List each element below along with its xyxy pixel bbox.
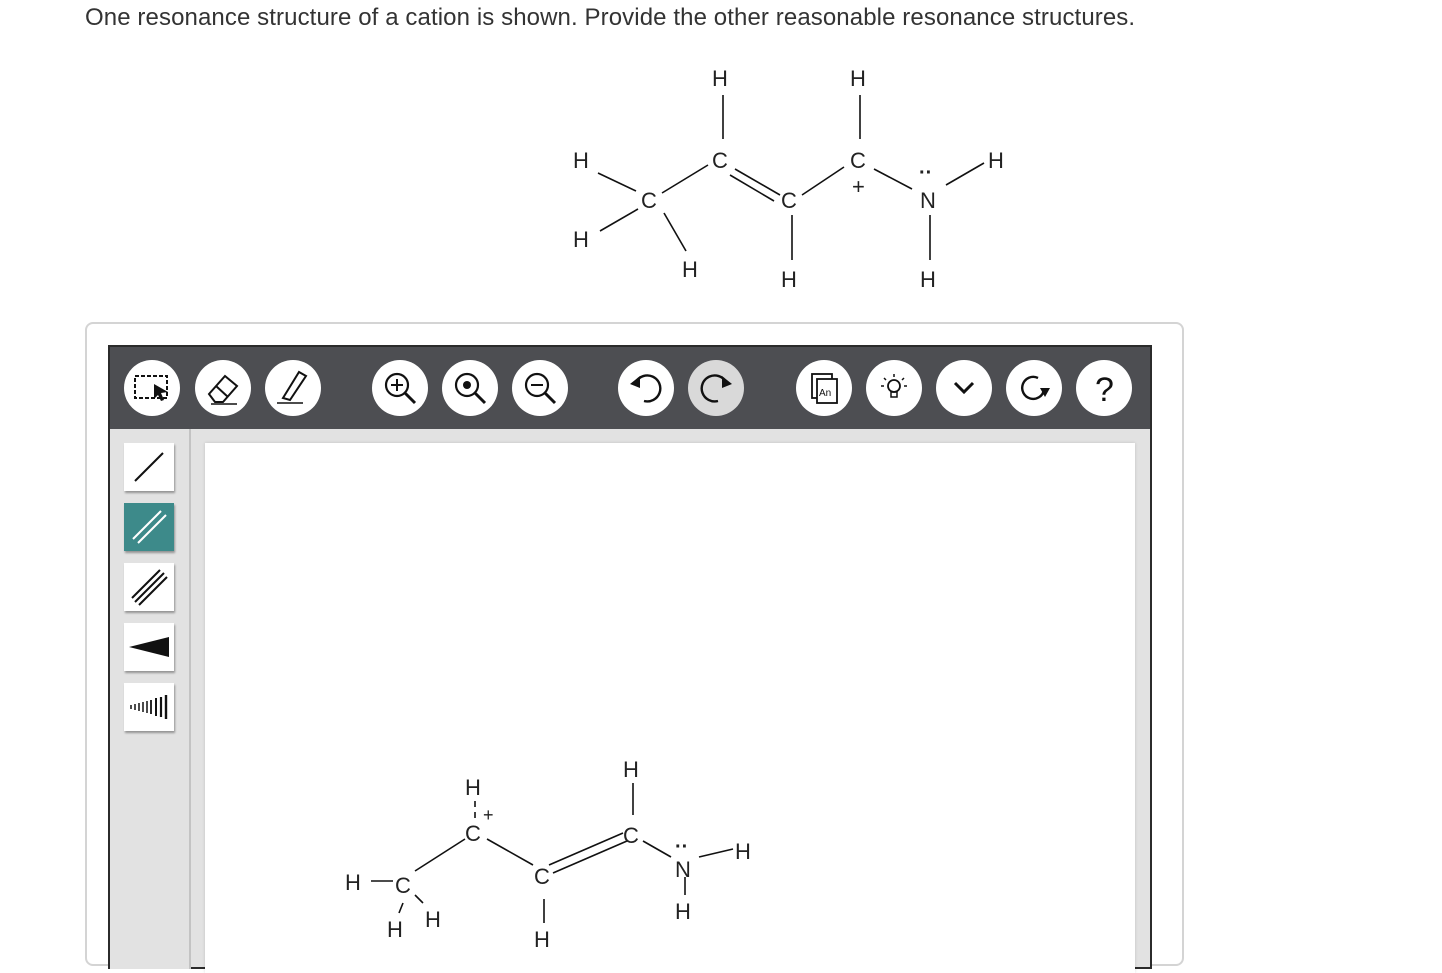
atom-label: H xyxy=(682,257,698,282)
svg-text:An: An xyxy=(819,388,831,399)
zoom-out-button[interactable] xyxy=(512,360,568,416)
help-icon: ? xyxy=(1095,371,1114,408)
document-icon: An xyxy=(811,373,838,404)
atom-label: H xyxy=(712,66,728,91)
double-bond-icon xyxy=(132,510,167,544)
atom-label: H xyxy=(387,917,403,942)
eraser-icon xyxy=(207,374,239,405)
select-icon xyxy=(134,375,168,401)
atom-label: N xyxy=(675,857,691,882)
lone-pair-dots: ·· xyxy=(675,836,688,858)
wedge-bond-icon xyxy=(129,637,169,657)
given-structure: H H H H C C C C + ·· N H H H H xyxy=(573,66,1004,292)
structure-editor: An ? H C H H H C + C H H C ·· N H H xyxy=(108,345,1152,973)
zoom-out-icon xyxy=(524,372,557,405)
bond xyxy=(597,172,637,192)
bond xyxy=(698,848,734,858)
atom-label: C xyxy=(712,148,728,173)
atom-label: H xyxy=(850,66,866,91)
triple-bond-button[interactable] xyxy=(124,563,174,611)
bond-palette xyxy=(110,429,191,969)
hint-button[interactable] xyxy=(866,360,922,416)
bond xyxy=(486,838,534,866)
atom-label: C xyxy=(534,864,550,889)
bond xyxy=(414,838,466,872)
bond xyxy=(801,166,845,196)
bond xyxy=(552,840,628,874)
select-tool-button[interactable] xyxy=(124,360,180,416)
redo-icon xyxy=(700,374,732,403)
wedge-bond-button[interactable] xyxy=(124,623,174,671)
atom-label: C xyxy=(850,148,866,173)
double-bond-button[interactable] xyxy=(124,503,174,551)
undo-button[interactable] xyxy=(618,360,674,416)
help-button[interactable]: ? xyxy=(1076,360,1132,416)
atom-label: C xyxy=(781,188,797,213)
atom-label: H xyxy=(465,775,481,800)
atom-label: C xyxy=(623,823,639,848)
drawn-structure[interactable]: H C H H H C + C H H C ·· N H H xyxy=(335,753,775,953)
atom-label: H xyxy=(920,267,936,292)
atom-label: C xyxy=(465,821,481,846)
charge-label: + xyxy=(483,805,494,825)
refresh-icon xyxy=(1021,375,1050,401)
zoom-in-icon xyxy=(384,372,417,405)
bond xyxy=(548,832,624,866)
templates-button[interactable]: An xyxy=(796,360,852,416)
svg-text:?: ? xyxy=(1095,371,1114,408)
drawing-canvas[interactable]: H C H H H C + C H H C ·· N H H xyxy=(205,443,1135,973)
atom-label: H xyxy=(425,907,441,932)
single-bond-button[interactable] xyxy=(124,443,174,491)
atom-label: H xyxy=(781,267,797,292)
chevron-down-icon xyxy=(953,381,975,395)
atom-label: H xyxy=(988,148,1004,173)
zoom-reset-icon xyxy=(454,372,487,405)
more-button[interactable] xyxy=(936,360,992,416)
eraser-tool-button[interactable] xyxy=(195,360,251,416)
draw-tool-button[interactable] xyxy=(265,360,321,416)
zoom-in-button[interactable] xyxy=(372,360,428,416)
pencil-icon xyxy=(277,370,308,404)
atom-label: C xyxy=(395,873,411,898)
single-bond-icon xyxy=(134,452,164,482)
atom-label: C xyxy=(641,188,657,213)
atom-label: H xyxy=(675,899,691,924)
editor-toolbar: An ? xyxy=(110,347,1150,429)
atom-label: H xyxy=(623,757,639,782)
charge-label: + xyxy=(852,174,865,199)
hash-bond-button[interactable] xyxy=(124,683,174,731)
triple-bond-icon xyxy=(131,569,168,606)
atom-label: H xyxy=(345,870,361,895)
lightbulb-icon xyxy=(881,374,907,398)
bond xyxy=(663,212,687,252)
zoom-reset-button[interactable] xyxy=(442,360,498,416)
bond xyxy=(398,902,404,914)
bond xyxy=(661,164,709,194)
atom-label: H xyxy=(534,927,550,952)
atom-label: N xyxy=(920,188,936,213)
clear-button[interactable] xyxy=(1006,360,1062,416)
lone-pair-dots: ·· xyxy=(919,162,932,184)
bond xyxy=(945,162,985,186)
atom-label: H xyxy=(573,148,589,173)
atom-label: H xyxy=(735,839,751,864)
bond xyxy=(642,840,672,858)
question-text: One resonance structure of a cation is s… xyxy=(85,4,1136,31)
bond xyxy=(599,208,639,232)
hash-bond-icon xyxy=(130,695,168,719)
atom-label: H xyxy=(573,227,589,252)
bond xyxy=(873,168,913,190)
redo-button[interactable] xyxy=(688,360,744,416)
undo-icon xyxy=(630,374,662,403)
bond xyxy=(414,894,424,904)
